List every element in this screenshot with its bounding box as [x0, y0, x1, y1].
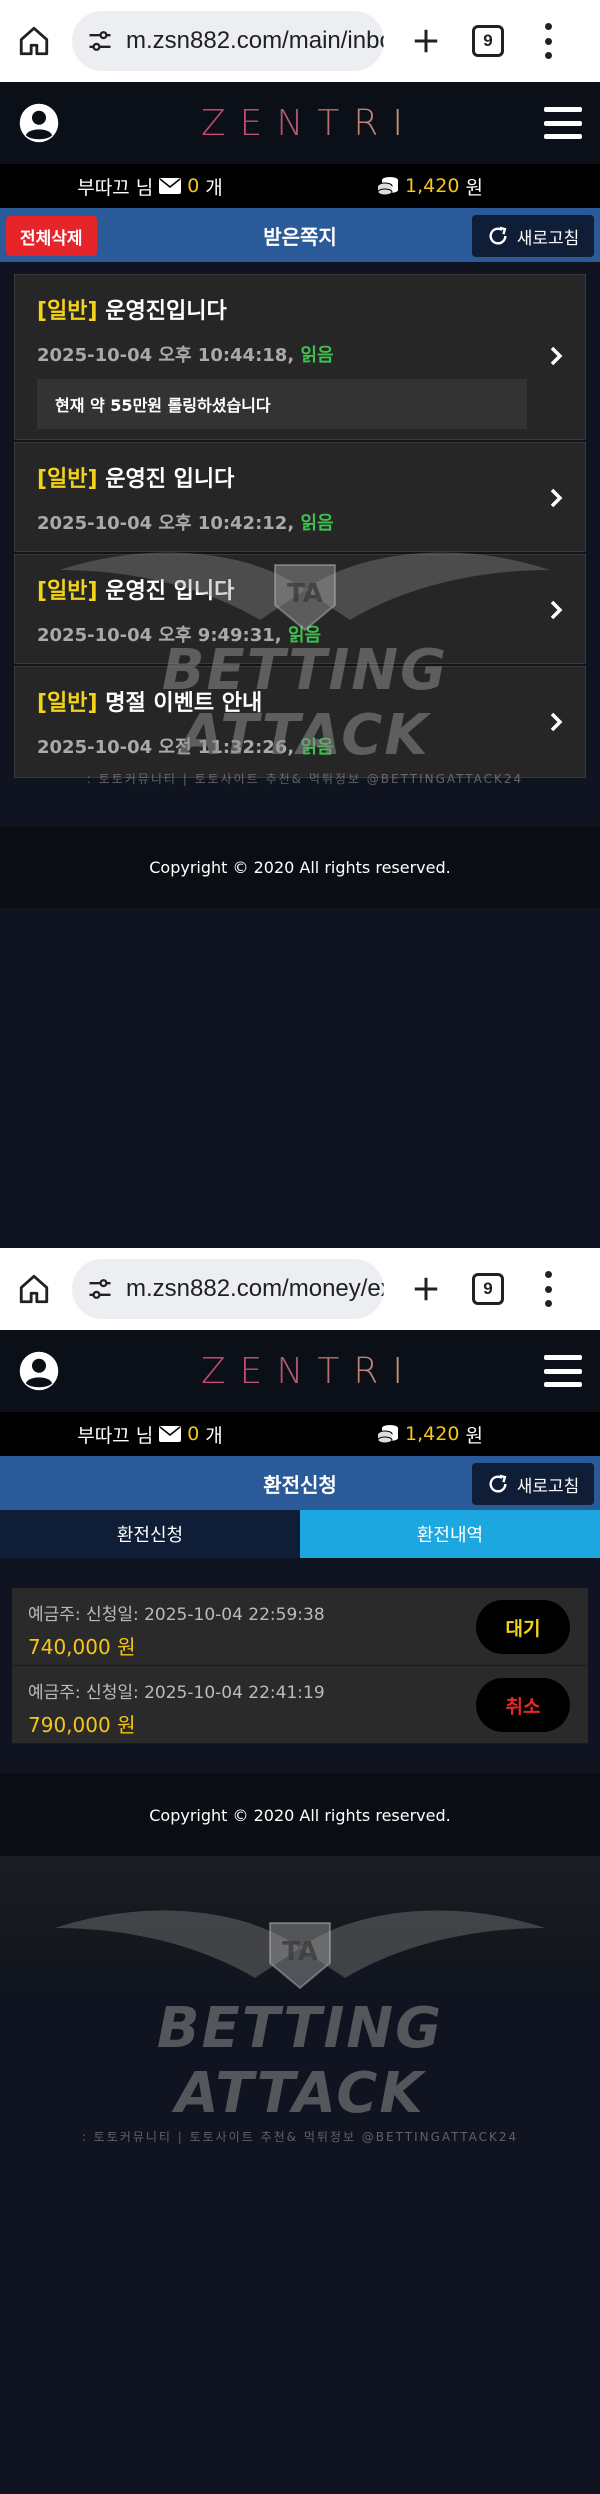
more-menu-icon[interactable]: [542, 1271, 554, 1307]
message-item[interactable]: [일반] 운영진입니다 2025-10-04 오후 10:44:18, 읽음 현…: [14, 274, 586, 440]
refresh-icon: [489, 1474, 507, 1493]
message-item[interactable]: [일반] 명절 이벤트 안내 2025-10-04 오전 11:32:26, 읽…: [14, 666, 586, 778]
message-count[interactable]: 0: [187, 1423, 199, 1445]
balance-amount: 1,420: [405, 1423, 460, 1445]
exchange-tabs: 환전신청 환전내역: [0, 1510, 600, 1558]
status-badge-pending[interactable]: 대기: [476, 1600, 570, 1654]
page-title-bar: 전체삭제 받은쪽지 새로고침: [0, 208, 600, 262]
message-preview: 현재 약 55만원 롤링하셨습니다: [37, 379, 527, 429]
message-title: 명절 이벤트 안내: [105, 691, 263, 716]
message-tag: [일반]: [37, 579, 98, 604]
message-item[interactable]: [일반] 운영진 입니다 2025-10-04 오후 9:49:31, 읽음: [14, 554, 586, 664]
hamburger-menu-icon[interactable]: [544, 107, 582, 139]
site-settings-icon[interactable]: [86, 27, 114, 55]
message-list: [일반] 운영진입니다 2025-10-04 오후 10:44:18, 읽음 현…: [0, 262, 600, 778]
chevron-right-icon[interactable]: [549, 345, 563, 367]
chevron-right-icon[interactable]: [549, 599, 563, 621]
user-profile-icon[interactable]: [18, 102, 60, 144]
refresh-button[interactable]: 새로고침: [472, 215, 594, 257]
envelope-icon[interactable]: [159, 1426, 182, 1442]
message-date: 2025-10-04 오후 9:49:31,: [37, 625, 282, 646]
message-date: 2025-10-04 오후 10:44:18,: [37, 345, 295, 366]
site-header: ZENTRI: [0, 1330, 600, 1412]
exchange-row: 예금주: 신청일: 2025-10-04 22:41:19 790,000 원 …: [12, 1666, 588, 1744]
page-title: 환전신청: [263, 1472, 337, 1497]
site-logo[interactable]: ZENTRI: [187, 103, 417, 144]
url-text: m.zsn882.com/main/inbo: [126, 27, 384, 54]
message-count[interactable]: 0: [187, 175, 199, 197]
message-title: 운영진입니다: [105, 299, 227, 324]
coins-icon: [377, 177, 399, 196]
address-bar[interactable]: m.zsn882.com/main/inbo: [72, 11, 384, 71]
refresh-label: 새로고침: [516, 1476, 580, 1497]
browser-toolbar: m.zsn882.com/money/ex 9: [0, 1248, 600, 1330]
hamburger-menu-icon[interactable]: [544, 1355, 582, 1387]
message-tag: [일반]: [37, 691, 98, 716]
delete-all-button[interactable]: 전체삭제: [6, 216, 97, 256]
currency-unit: 원: [465, 176, 483, 199]
watermark-title: BETTING ATTACK: [156, 1996, 444, 2126]
home-icon[interactable]: [14, 21, 54, 61]
message-unit: 개: [205, 176, 223, 199]
user-info-bar: 부따끄 님 0 개 1,420 원: [0, 164, 600, 208]
tab-exchange-apply[interactable]: 환전신청: [0, 1510, 300, 1558]
read-status: 읽음: [287, 625, 322, 646]
currency-unit: 원: [465, 1424, 483, 1447]
message-unit: 개: [205, 1424, 223, 1447]
page-title: 받은쪽지: [263, 224, 337, 249]
message-item[interactable]: [일반] 운영진 입니다 2025-10-04 오후 10:42:12, 읽음: [14, 442, 586, 552]
more-menu-icon[interactable]: [542, 23, 554, 59]
inbox-screenshot: m.zsn882.com/main/inbo 9 ZENTRI 부따끄 님 0 …: [0, 0, 600, 1248]
browser-toolbar: m.zsn882.com/main/inbo 9: [0, 0, 600, 82]
coins-icon: [377, 1425, 399, 1444]
new-tab-icon[interactable]: [406, 21, 446, 61]
read-status: 읽음: [300, 345, 334, 366]
new-tab-icon[interactable]: [406, 1269, 446, 1309]
exchange-screenshot: m.zsn882.com/money/ex 9 ZENTRI 부따끄 님 0 개…: [0, 1248, 600, 2494]
url-text: m.zsn882.com/money/ex: [126, 1275, 384, 1302]
message-title: 운영진 입니다: [105, 467, 235, 492]
home-icon[interactable]: [14, 1269, 54, 1309]
message-title: 운영진 입니다: [105, 579, 235, 604]
username: 부따끄 님: [77, 1424, 154, 1447]
background-band: [0, 1856, 600, 2006]
message-date: 2025-10-04 오후 10:42:12,: [37, 513, 295, 534]
footer-copyright: Copyright © 2020 All rights reserved.: [0, 826, 600, 908]
site-header: ZENTRI: [0, 82, 600, 164]
refresh-icon: [489, 226, 507, 245]
site-logo[interactable]: ZENTRI: [187, 1351, 417, 1392]
exchange-history-list: 예금주: 신청일: 2025-10-04 22:59:38 740,000 원 …: [12, 1588, 588, 1744]
username: 부따끄 님: [77, 176, 154, 199]
read-status: 읽음: [300, 737, 334, 758]
watermark-subtitle: : 토토커뮤니티 | 토토사이트 추천& 먹튀정보 @BETTINGATTACK…: [81, 2130, 519, 2144]
message-tag: [일반]: [37, 467, 98, 492]
page-title-bar: 환전신청 새로고침: [0, 1456, 600, 1510]
message-date: 2025-10-04 오전 11:32:26,: [37, 737, 295, 758]
message-tag: [일반]: [37, 299, 98, 324]
footer-copyright: Copyright © 2020 All rights reserved.: [0, 1774, 600, 1856]
exchange-row: 예금주: 신청일: 2025-10-04 22:59:38 740,000 원 …: [12, 1588, 588, 1666]
chevron-right-icon[interactable]: [549, 487, 563, 509]
envelope-icon[interactable]: [159, 178, 182, 194]
user-info-bar: 부따끄 님 0 개 1,420 원: [0, 1412, 600, 1456]
refresh-button[interactable]: 새로고침: [472, 1463, 594, 1505]
user-profile-icon[interactable]: [18, 1350, 60, 1392]
refresh-label: 새로고침: [516, 228, 580, 249]
read-status: 읽음: [300, 513, 334, 534]
address-bar[interactable]: m.zsn882.com/money/ex: [72, 1259, 384, 1319]
tab-switcher-button[interactable]: 9: [472, 1273, 504, 1305]
status-badge-cancelled[interactable]: 취소: [476, 1678, 570, 1732]
tab-exchange-history[interactable]: 환전내역: [300, 1510, 600, 1558]
chevron-right-icon[interactable]: [549, 711, 563, 733]
site-settings-icon[interactable]: [86, 1275, 114, 1303]
balance-amount: 1,420: [405, 175, 460, 197]
tab-switcher-button[interactable]: 9: [472, 25, 504, 57]
